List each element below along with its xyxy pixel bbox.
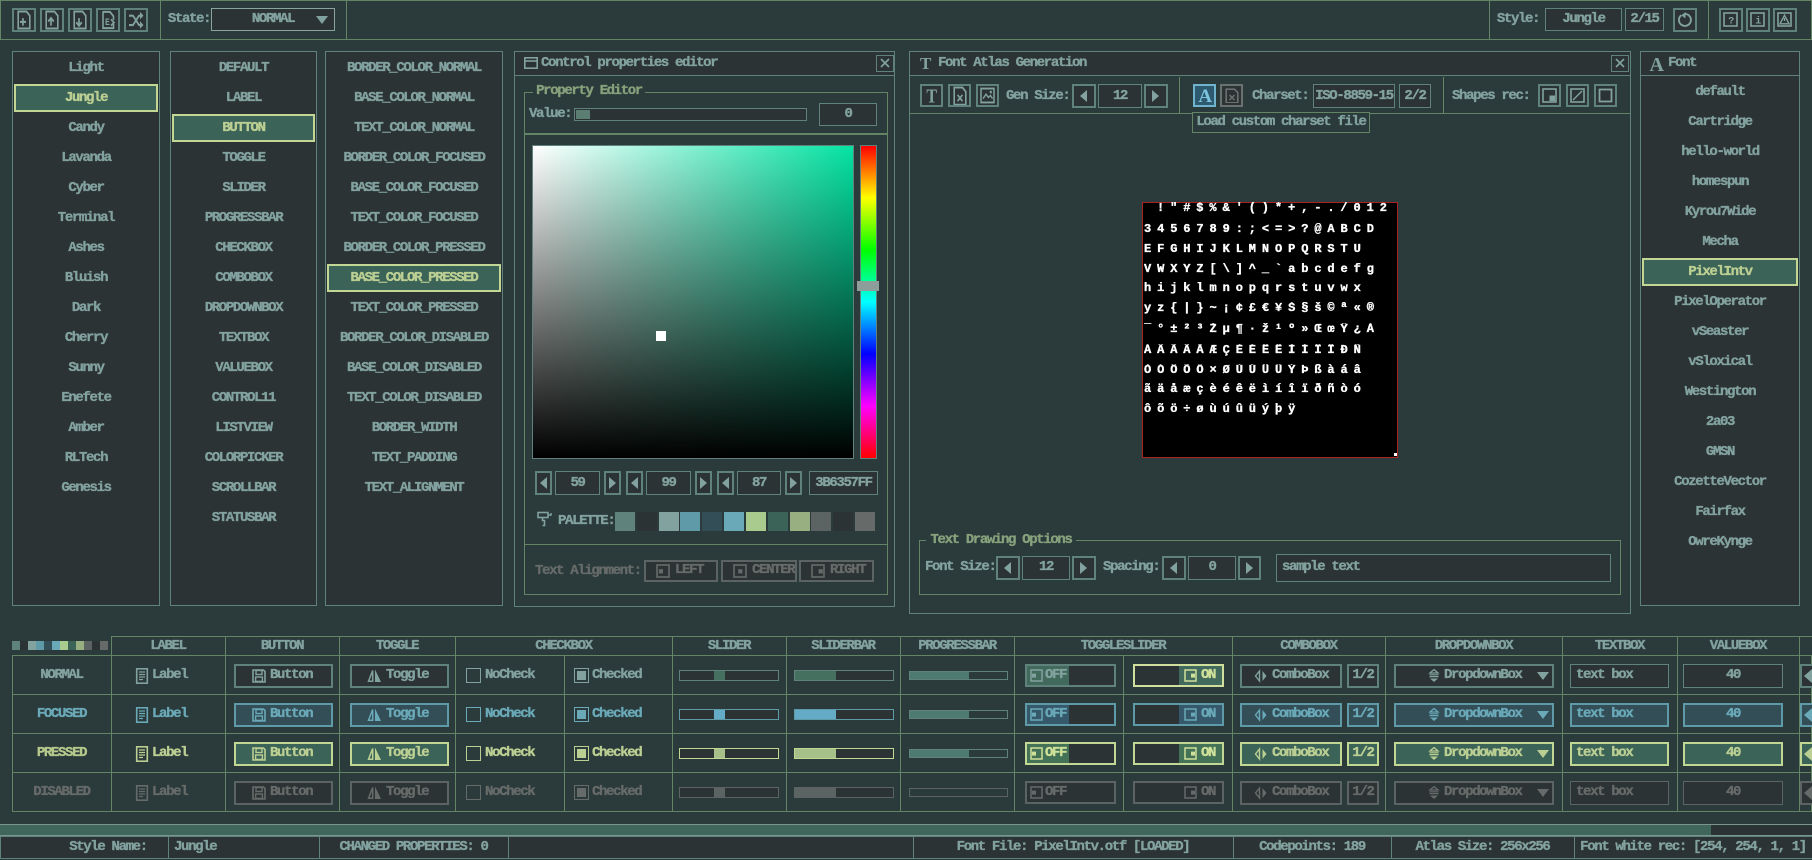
svg-text:T: T xyxy=(926,86,937,105)
svg-text:A: A xyxy=(1649,54,1664,74)
svg-text:E: E xyxy=(105,16,110,28)
svg-text:T: T xyxy=(920,55,932,72)
svg-text:A: A xyxy=(1198,86,1212,105)
